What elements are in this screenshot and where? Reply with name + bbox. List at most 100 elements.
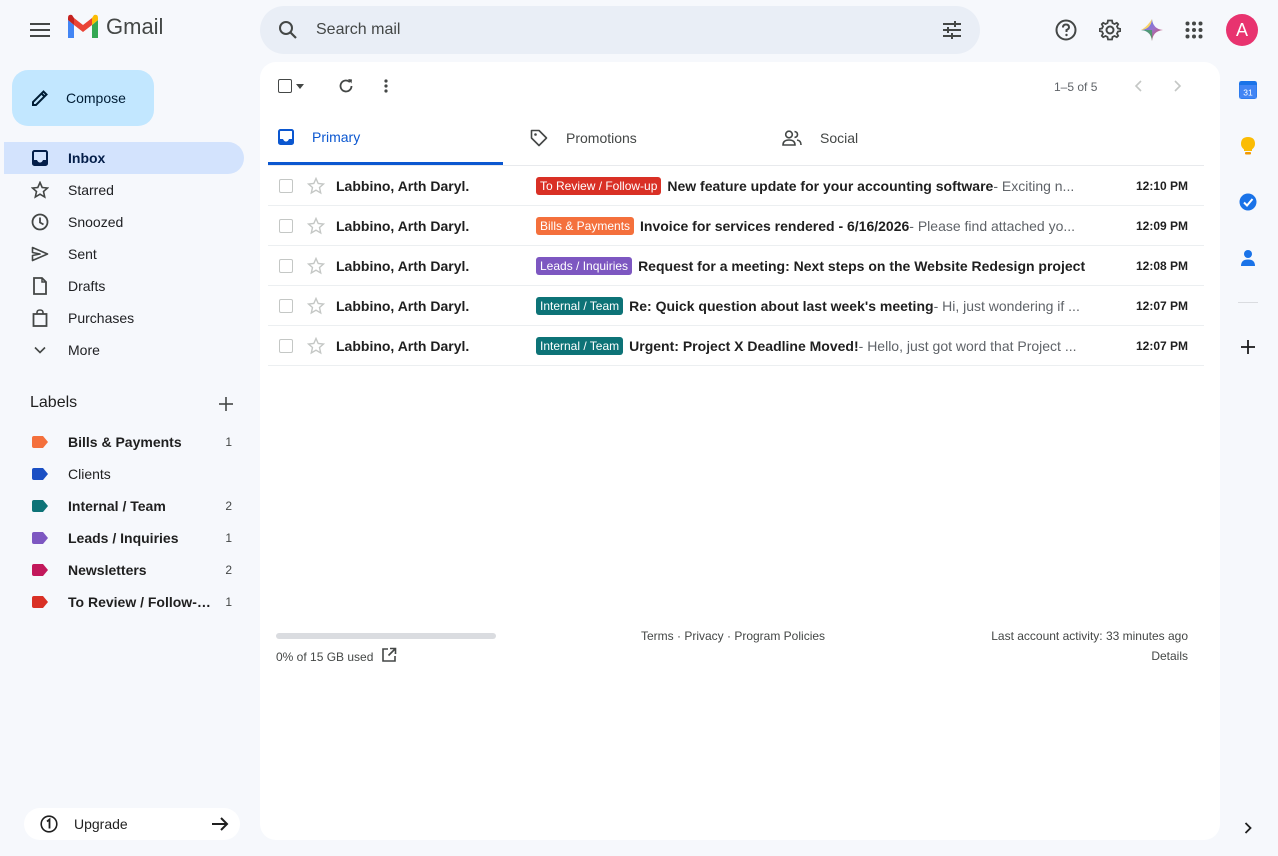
email-row[interactable]: Labbino, Arth Daryl. To Review / Follow-u… (268, 166, 1204, 206)
email-time: 12:10 PM (1135, 178, 1188, 193)
email-checkbox[interactable] (279, 179, 293, 193)
label-item[interactable]: Leads / Inquiries 1 (4, 522, 244, 554)
email-row[interactable]: Labbino, Arth Daryl. Bills & Payments Invo… (268, 206, 1204, 246)
label-name: Internal / Team (68, 498, 166, 514)
label-item[interactable]: Clients (4, 458, 244, 490)
keep-app-button[interactable] (1234, 132, 1262, 160)
storage-usage-bar (276, 633, 496, 639)
next-page-button[interactable] (1168, 76, 1188, 96)
footer-policy-links[interactable]: Terms · Privacy · Program Policies (641, 629, 825, 643)
tab-promotions[interactable]: Promotions (530, 112, 637, 164)
refresh-button[interactable] (334, 74, 358, 98)
label-unread-count: 1 (225, 595, 232, 609)
gemini-button[interactable] (1132, 10, 1172, 50)
email-time: 12:09 PM (1135, 218, 1188, 233)
manage-storage-button[interactable] (381, 647, 399, 665)
storage-usage-text: 0% of 15 GB used (276, 650, 374, 664)
pagination-text: 1–5 of 5 (1054, 80, 1098, 94)
get-addons-button[interactable] (1234, 333, 1262, 361)
email-subject: Request for a meeting: Next steps on the… (638, 257, 1086, 274)
select-all-checkbox[interactable] (272, 74, 316, 98)
main-menu-button[interactable] (20, 10, 60, 50)
show-side-panel-button[interactable] (1234, 814, 1262, 842)
last-account-activity: Last account activity: 33 minutes ago (991, 629, 1188, 643)
label-name: Bills & Payments (68, 434, 182, 450)
star-icon[interactable] (307, 337, 325, 355)
tab-label: Promotions (566, 130, 637, 146)
email-row[interactable]: Labbino, Arth Daryl. Internal / Team Urgen… (268, 326, 1204, 366)
help-button[interactable] (1046, 10, 1086, 50)
email-content: Leads / Inquiries Request for a meeting: … (536, 256, 1096, 275)
star-icon[interactable] (307, 257, 325, 275)
sidebar-item-snoozed[interactable]: Snoozed (4, 206, 244, 238)
email-label-badge[interactable]: Internal / Team (536, 336, 624, 355)
label-item[interactable]: Bills & Payments 1 (4, 426, 244, 458)
upgrade-icon (40, 815, 58, 833)
sidebar-item-sent[interactable]: Sent (4, 238, 244, 270)
contacts-app-button[interactable] (1234, 244, 1262, 272)
labels-heading: Labels (30, 394, 78, 411)
tasks-check-icon (1239, 193, 1257, 211)
inbox-icon (278, 129, 294, 145)
email-label-badge[interactable]: To Review / Follow-up (536, 176, 662, 195)
gmail-logo[interactable]: Gmail (66, 14, 163, 40)
add-label-button[interactable] (212, 392, 240, 416)
gmail-m-icon (68, 14, 98, 38)
tab-primary[interactable]: Primary (268, 112, 503, 165)
keep-lightbulb-icon (1241, 137, 1255, 155)
refresh-icon (339, 79, 353, 93)
gemini-sparkle-icon (1141, 19, 1163, 41)
details-link[interactable]: Details (1100, 649, 1188, 663)
label-tag-icon (32, 436, 48, 448)
email-checkbox[interactable] (279, 259, 293, 273)
upgrade-button[interactable]: Upgrade (24, 808, 240, 840)
search-options-icon[interactable] (924, 21, 980, 39)
email-label-badge[interactable]: Leads / Inquiries (536, 256, 633, 275)
email-time: 12:07 PM (1135, 338, 1188, 353)
more-vertical-icon (384, 79, 388, 93)
calendar-icon: 31 (1239, 81, 1257, 99)
previous-page-button[interactable] (1128, 76, 1148, 96)
tasks-app-button[interactable] (1234, 188, 1262, 216)
search-bar[interactable] (260, 6, 980, 54)
email-sender: Labbino, Arth Daryl. (336, 177, 470, 194)
star-icon[interactable] (307, 297, 325, 315)
sidebar-item-drafts[interactable]: Drafts (4, 270, 244, 302)
search-input[interactable] (316, 21, 924, 39)
sidebar-item-purchases[interactable]: Purchases (4, 302, 244, 334)
checkbox-icon (278, 79, 292, 93)
label-item[interactable]: To Review / Follow-up 1 (4, 586, 244, 618)
label-name: Newsletters (68, 562, 147, 578)
draft-icon (30, 277, 50, 295)
more-options-button[interactable] (374, 74, 398, 98)
email-row[interactable]: Labbino, Arth Daryl. Leads / Inquiries Req… (268, 246, 1204, 286)
label-tag-icon (32, 564, 48, 576)
search-icon[interactable] (260, 20, 316, 40)
sidebar-item-starred[interactable]: Starred (4, 174, 244, 206)
email-label-badge[interactable]: Bills & Payments (536, 216, 635, 235)
compose-button[interactable]: Compose (12, 70, 154, 126)
tab-social[interactable]: Social (782, 112, 858, 164)
email-label-badge[interactable]: Internal / Team (536, 296, 624, 315)
sidebar-item-more[interactable]: More (4, 334, 244, 366)
calendar-app-button[interactable]: 31 (1234, 76, 1262, 104)
sidebar-item-label: Starred (68, 182, 114, 198)
star-icon[interactable] (307, 177, 325, 195)
sidebar-item-label: Snoozed (68, 214, 124, 230)
sidebar-item-inbox[interactable]: Inbox (4, 142, 244, 174)
email-subject: New feature update for your accounting s… (667, 177, 994, 194)
label-unread-count: 2 (225, 499, 232, 513)
star-icon[interactable] (307, 217, 325, 235)
google-apps-button[interactable] (1174, 10, 1214, 50)
label-item[interactable]: Newsletters 2 (4, 554, 244, 586)
plus-icon (1241, 340, 1255, 354)
email-checkbox[interactable] (279, 299, 293, 313)
email-row[interactable]: Labbino, Arth Daryl. Internal / Team Re: Q… (268, 286, 1204, 326)
email-checkbox[interactable] (279, 219, 293, 233)
account-avatar[interactable]: A (1226, 14, 1258, 46)
email-checkbox[interactable] (279, 339, 293, 353)
settings-button[interactable] (1090, 10, 1130, 50)
email-content: To Review / Follow-up New feature update … (536, 176, 1096, 195)
label-item[interactable]: Internal / Team 2 (4, 490, 244, 522)
label-unread-count: 1 (225, 531, 232, 545)
